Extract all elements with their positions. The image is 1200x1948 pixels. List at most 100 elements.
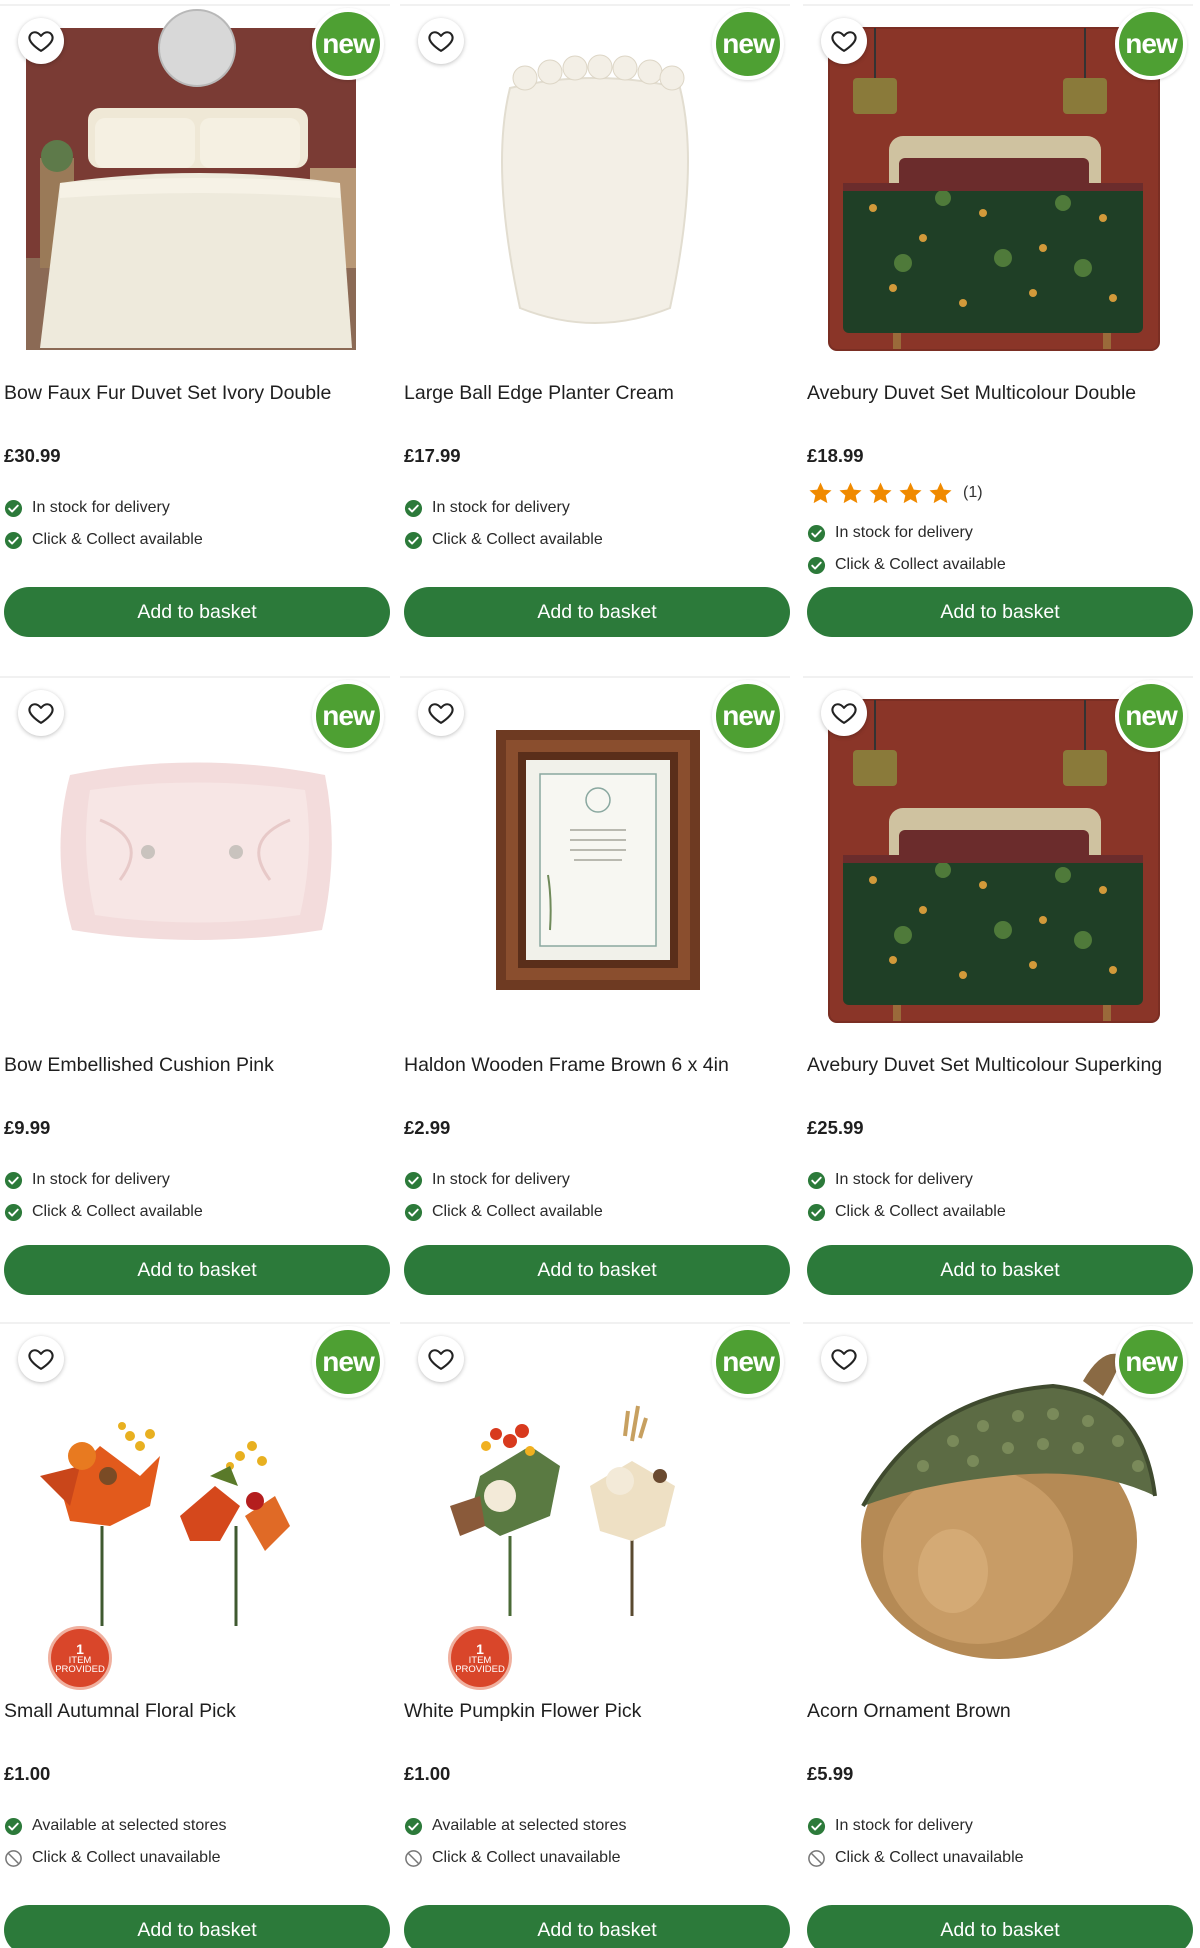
product-title[interactable]: Haldon Wooden Frame Brown 6 x 4in bbox=[404, 1054, 784, 1077]
wishlist-button[interactable] bbox=[18, 18, 64, 64]
availability-line: Click & Collect available bbox=[807, 554, 1006, 576]
availability-line: In stock for delivery bbox=[404, 497, 570, 519]
product-title[interactable]: Small Autumnal Floral Pick bbox=[4, 1700, 384, 1723]
availability-text: Available at selected stores bbox=[32, 1817, 227, 1834]
availability-line: Click & Collect available bbox=[404, 529, 603, 551]
add-to-basket-button[interactable]: Add to basket bbox=[4, 1245, 390, 1295]
product-title[interactable]: Large Ball Edge Planter Cream bbox=[404, 382, 784, 405]
new-badge: new bbox=[312, 1326, 384, 1398]
product-rating[interactable]: (1) bbox=[807, 480, 983, 506]
availability-text: Click & Collect available bbox=[835, 556, 1006, 573]
new-badge: new bbox=[1115, 1326, 1187, 1398]
product-price: £1.00 bbox=[404, 1763, 451, 1784]
product-card[interactable]: new Large Ball Edge Planter Cream £17.99… bbox=[400, 0, 790, 640]
add-to-basket-button[interactable]: Add to basket bbox=[404, 1905, 790, 1948]
add-to-basket-button[interactable]: Add to basket bbox=[404, 587, 790, 637]
availability-line: In stock for delivery bbox=[404, 1169, 570, 1191]
star-icon bbox=[867, 480, 894, 506]
new-badge: new bbox=[712, 8, 784, 80]
availability-line: Click & Collect available bbox=[807, 1201, 1006, 1223]
add-to-basket-button[interactable]: Add to basket bbox=[807, 587, 1193, 637]
product-card[interactable]: new Small Autumnal Floral Pick £1.00 1 I… bbox=[0, 1318, 390, 1948]
product-title[interactable]: Bow Faux Fur Duvet Set Ivory Double bbox=[4, 382, 384, 405]
product-card[interactable]: new Acorn Ornament Brown £5.99 In stock … bbox=[803, 1318, 1193, 1948]
availability-text: Click & Collect available bbox=[432, 1203, 603, 1220]
availability-line: Click & Collect available bbox=[404, 1201, 603, 1223]
unavailable-icon bbox=[4, 1849, 23, 1868]
heart-icon bbox=[830, 1345, 858, 1373]
availability-text: Click & Collect available bbox=[432, 531, 603, 548]
star-icon bbox=[927, 480, 954, 506]
wishlist-button[interactable] bbox=[418, 690, 464, 736]
check-icon bbox=[4, 531, 23, 550]
availability-text: In stock for delivery bbox=[835, 524, 973, 541]
product-price: £1.00 bbox=[4, 1763, 51, 1784]
product-card[interactable]: new Avebury Duvet Set Multicolour Double… bbox=[803, 0, 1193, 640]
add-to-basket-button[interactable]: Add to basket bbox=[807, 1245, 1193, 1295]
availability-line: Click & Collect available bbox=[4, 1201, 203, 1223]
check-icon bbox=[4, 499, 23, 518]
card-divider bbox=[803, 676, 1193, 678]
availability-line: Click & Collect unavailable bbox=[4, 1847, 221, 1869]
unavailable-icon bbox=[807, 1849, 826, 1868]
check-icon bbox=[404, 1171, 423, 1190]
availability-text: Click & Collect unavailable bbox=[432, 1849, 621, 1866]
availability-line: Available at selected stores bbox=[4, 1815, 226, 1837]
check-icon bbox=[807, 1171, 826, 1190]
card-divider bbox=[400, 676, 790, 678]
add-to-basket-button[interactable]: Add to basket bbox=[4, 1905, 390, 1948]
product-card[interactable]: new White Pumpkin Flower Pick £1.00 1 IT… bbox=[400, 1318, 790, 1948]
wishlist-button[interactable] bbox=[821, 18, 867, 64]
product-price: £5.99 bbox=[807, 1763, 854, 1784]
wishlist-button[interactable] bbox=[18, 1336, 64, 1382]
availability-text: In stock for delivery bbox=[432, 1171, 570, 1188]
card-divider bbox=[400, 4, 790, 6]
product-title[interactable]: Avebury Duvet Set Multicolour Double bbox=[807, 382, 1187, 405]
check-icon bbox=[404, 1203, 423, 1222]
item-provided-number: 1 bbox=[76, 1640, 84, 1657]
availability-line: In stock for delivery bbox=[4, 497, 170, 519]
product-price: £30.99 bbox=[4, 445, 61, 466]
product-title[interactable]: Avebury Duvet Set Multicolour Superking bbox=[807, 1054, 1187, 1077]
new-badge: new bbox=[312, 8, 384, 80]
review-count: (1) bbox=[963, 484, 983, 501]
availability-line: Available at selected stores bbox=[404, 1815, 626, 1837]
star-icon bbox=[897, 480, 924, 506]
product-price: £18.99 bbox=[807, 445, 864, 466]
product-title[interactable]: White Pumpkin Flower Pick bbox=[404, 1700, 784, 1723]
check-icon bbox=[404, 499, 423, 518]
availability-line: Click & Collect unavailable bbox=[807, 1847, 1024, 1869]
availability-line: Click & Collect available bbox=[4, 529, 203, 551]
add-to-basket-button[interactable]: Add to basket bbox=[404, 1245, 790, 1295]
availability-line: In stock for delivery bbox=[4, 1169, 170, 1191]
product-card[interactable]: new Avebury Duvet Set Multicolour Superk… bbox=[803, 672, 1193, 1312]
check-icon bbox=[807, 1203, 826, 1222]
availability-line: In stock for delivery bbox=[807, 1169, 973, 1191]
availability-text: In stock for delivery bbox=[432, 499, 570, 516]
wishlist-button[interactable] bbox=[418, 1336, 464, 1382]
product-card[interactable]: new Bow Faux Fur Duvet Set Ivory Double … bbox=[0, 0, 390, 640]
item-provided-line2: PROVIDED bbox=[455, 1664, 505, 1675]
product-price: £9.99 bbox=[4, 1117, 51, 1138]
wishlist-button[interactable] bbox=[821, 690, 867, 736]
item-provided-number: 1 bbox=[476, 1640, 484, 1657]
new-badge: new bbox=[712, 680, 784, 752]
wishlist-button[interactable] bbox=[418, 18, 464, 64]
card-divider bbox=[0, 4, 390, 6]
product-card[interactable]: new Bow Embellished Cushion Pink £9.99 I… bbox=[0, 672, 390, 1312]
product-title[interactable]: Acorn Ornament Brown bbox=[807, 1700, 1187, 1723]
availability-text: In stock for delivery bbox=[32, 499, 170, 516]
product-price: £25.99 bbox=[807, 1117, 864, 1138]
product-card[interactable]: new Haldon Wooden Frame Brown 6 x 4in £2… bbox=[400, 672, 790, 1312]
availability-line: Click & Collect unavailable bbox=[404, 1847, 621, 1869]
heart-icon bbox=[27, 27, 55, 55]
check-icon bbox=[4, 1817, 23, 1836]
product-title[interactable]: Bow Embellished Cushion Pink bbox=[4, 1054, 384, 1077]
wishlist-button[interactable] bbox=[821, 1336, 867, 1382]
add-to-basket-button[interactable]: Add to basket bbox=[4, 587, 390, 637]
availability-text: Available at selected stores bbox=[432, 1817, 627, 1834]
availability-text: In stock for delivery bbox=[835, 1817, 973, 1834]
add-to-basket-button[interactable]: Add to basket bbox=[807, 1905, 1193, 1948]
wishlist-button[interactable] bbox=[18, 690, 64, 736]
availability-text: In stock for delivery bbox=[32, 1171, 170, 1188]
